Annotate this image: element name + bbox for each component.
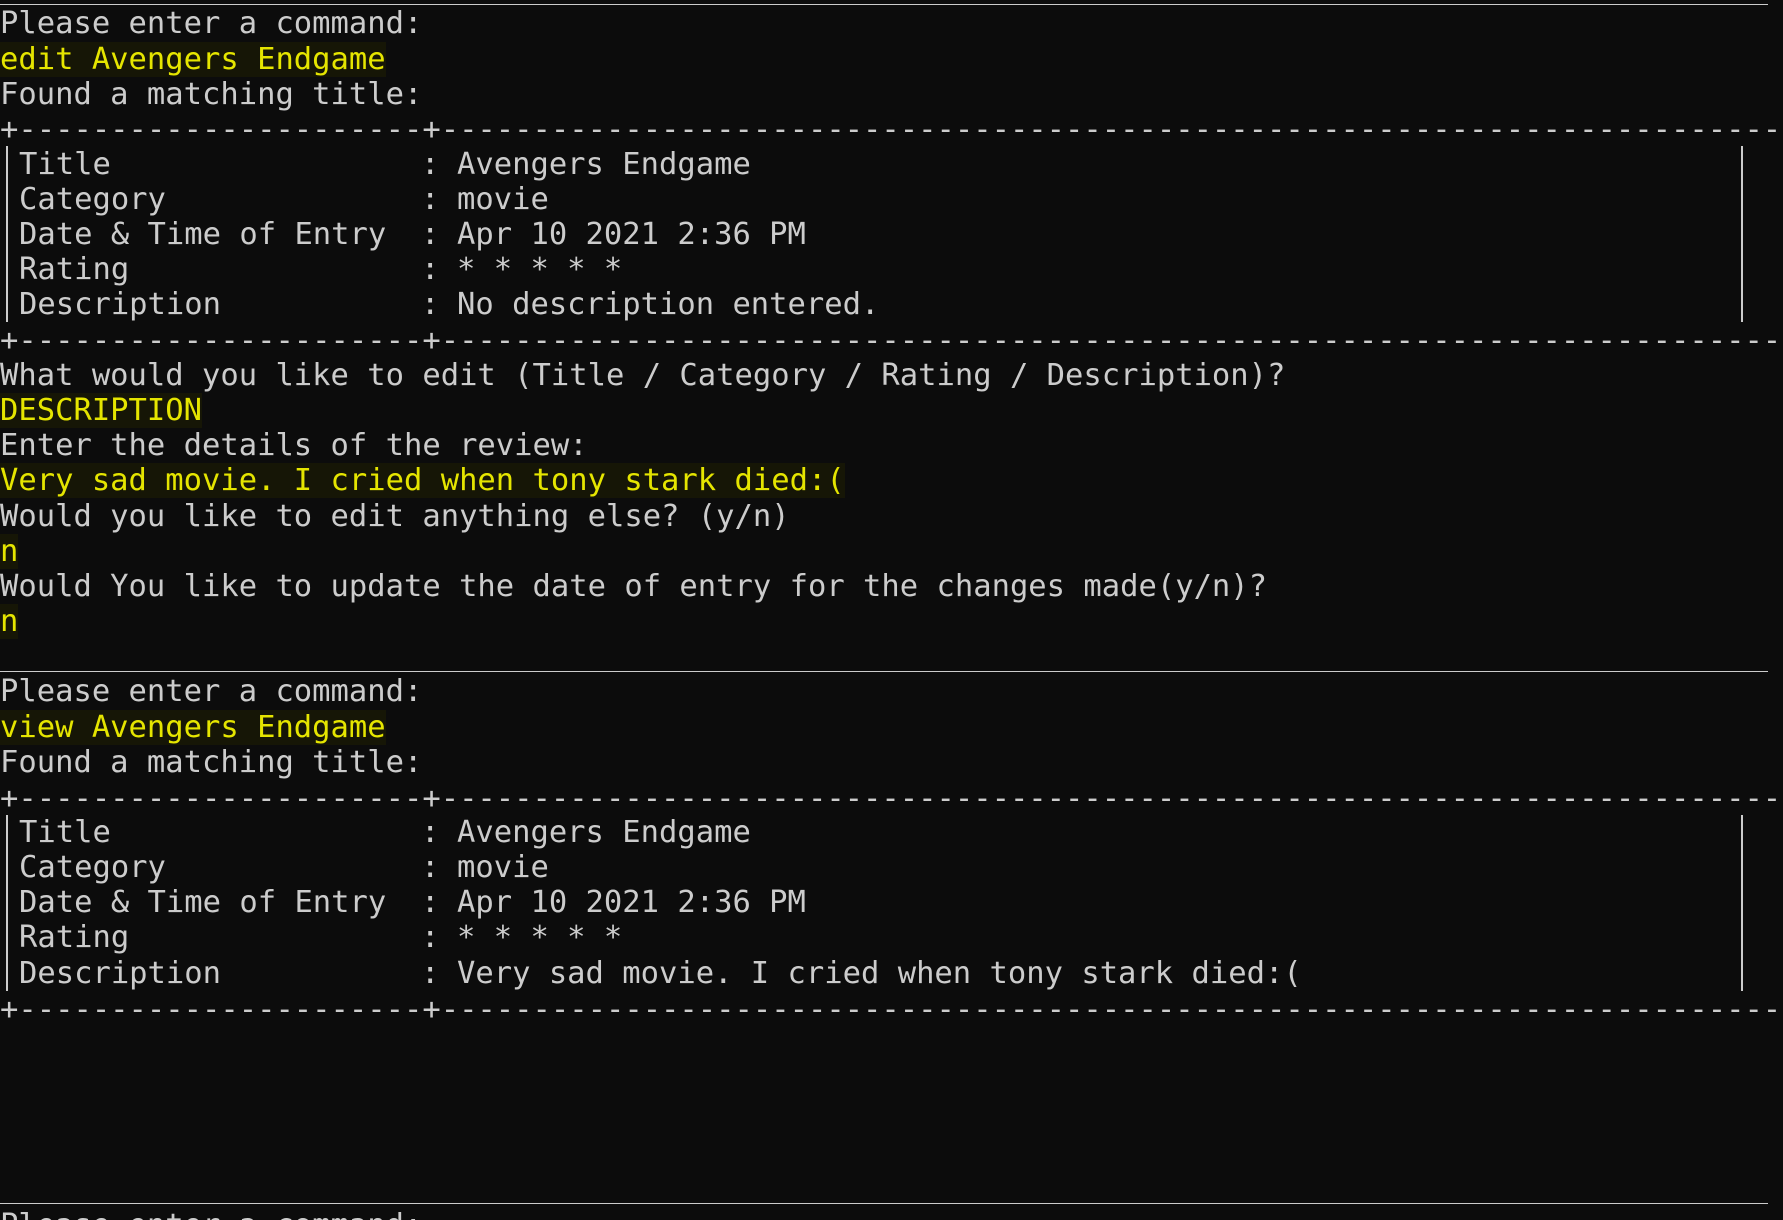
user-answer: DESCRIPTION — [0, 391, 202, 431]
row-value: movie — [457, 850, 549, 885]
row-value: Very sad movie. I cried when tony stark … — [457, 956, 1302, 991]
row-label: Rating — [19, 252, 130, 287]
user-answer-text: n — [0, 534, 19, 569]
edit-more-question: Would you like to edit anything else? (y… — [0, 499, 790, 534]
user-command: view Avengers Endgame — [0, 708, 386, 748]
separator-line — [0, 1203, 1768, 1204]
table-border-bottom: +----------------------+----------------… — [0, 323, 1783, 358]
user-answer-text: n — [0, 604, 19, 639]
row-label: Date & Time of Entry — [19, 885, 387, 920]
row-separator: : — [421, 956, 440, 991]
row-label: Category — [19, 182, 166, 217]
table-border-top: +----------------------+----------------… — [0, 112, 1783, 147]
table-right-border — [1741, 815, 1743, 991]
user-command: edit Avengers Endgame — [0, 40, 386, 80]
row-separator: : — [421, 920, 440, 955]
row-separator: : — [421, 147, 440, 182]
table-border-bottom: +----------------------+----------------… — [0, 992, 1783, 1027]
row-value: movie — [457, 182, 549, 217]
command-prompt: Please enter a command: — [0, 6, 423, 41]
rating-stars: * * * * * — [457, 920, 623, 955]
table-left-border — [6, 146, 8, 322]
row-label: Title — [19, 147, 111, 182]
table-left-border — [6, 815, 8, 991]
table-border-top: +----------------------+----------------… — [0, 781, 1783, 816]
row-separator: : — [421, 815, 440, 850]
row-label: Rating — [19, 920, 130, 955]
command-prompt: Please enter a command: — [0, 674, 423, 709]
rating-stars: * * * * * — [457, 252, 623, 287]
user-answer: n — [0, 532, 19, 572]
row-separator: : — [421, 252, 440, 287]
user-command-text: view Avengers Endgame — [0, 710, 386, 745]
row-label: Category — [19, 850, 166, 885]
row-label: Description — [19, 287, 221, 322]
terminal-window[interactable]: Please enter a command: edit Avengers En… — [0, 0, 1783, 1220]
user-answer: n — [0, 602, 19, 642]
user-answer-text: DESCRIPTION — [0, 393, 202, 428]
table-right-border — [1741, 146, 1743, 322]
edit-question: What would you like to edit (Title / Cat… — [0, 358, 1286, 393]
found-message: Found a matching title: — [0, 745, 423, 780]
command-prompt: Please enter a command: — [0, 1206, 422, 1220]
row-separator: : — [421, 850, 440, 885]
user-answer: Very sad movie. I cried when tony stark … — [0, 461, 845, 501]
user-answer-text: Very sad movie. I cried when tony stark … — [0, 463, 845, 498]
details-prompt: Enter the details of the review: — [0, 428, 588, 463]
row-label: Description — [19, 956, 221, 991]
row-separator: : — [421, 885, 440, 920]
found-message: Found a matching title: — [0, 77, 423, 112]
row-value: Avengers Endgame — [457, 147, 751, 182]
row-separator: : — [421, 217, 440, 252]
row-value: No description entered. — [457, 287, 880, 322]
row-separator: : — [421, 287, 440, 322]
row-value: Apr 10 2021 2:36 PM — [457, 885, 806, 920]
update-date-question: Would You like to update the date of ent… — [0, 569, 1268, 604]
row-separator: : — [421, 182, 440, 217]
row-value: Avengers Endgame — [457, 815, 751, 850]
row-value: Apr 10 2021 2:36 PM — [457, 217, 806, 252]
row-label: Date & Time of Entry — [19, 217, 387, 252]
user-command-text: edit Avengers Endgame — [0, 42, 386, 77]
row-label: Title — [19, 815, 111, 850]
